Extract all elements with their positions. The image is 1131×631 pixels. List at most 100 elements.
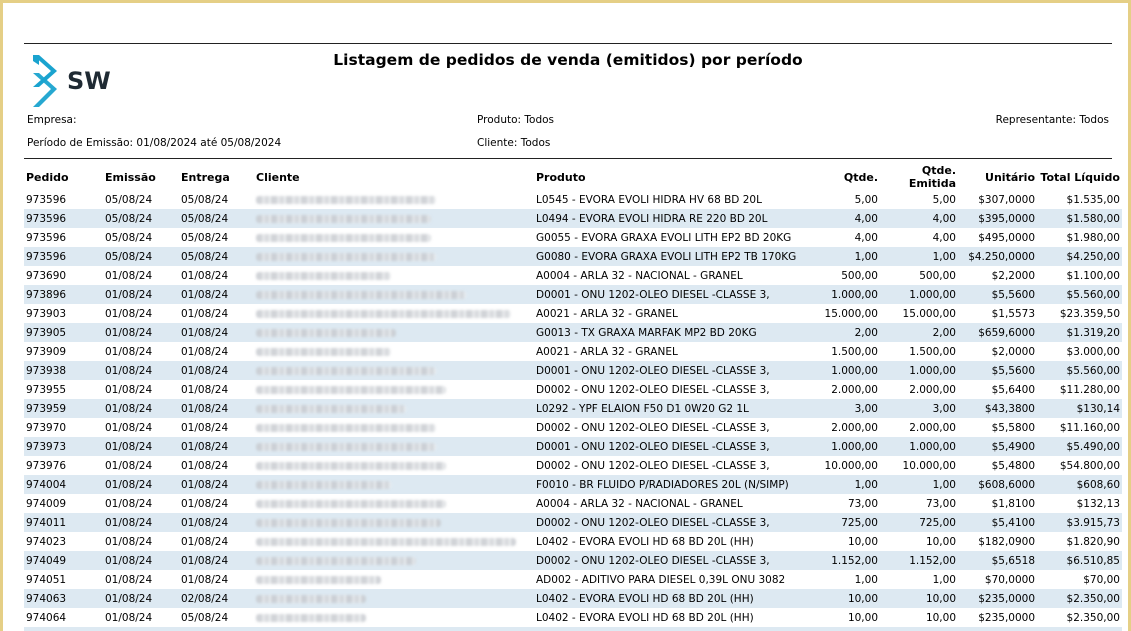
cell-qtde: 1.152,00 [821, 551, 880, 570]
cell-unitario: $235,0000 [978, 611, 1035, 624]
cell-cliente [254, 361, 534, 380]
col-pedido: Pedido [26, 170, 69, 184]
cell-cliente [254, 304, 534, 323]
cell-produto: D0001 - ONU 1202-OLEO DIESEL -CLASSE 3, [534, 361, 821, 380]
cell-pedido: 973596 [26, 231, 67, 244]
cell-pedido: 973905 [24, 323, 103, 342]
cell-unitario: $395,0000 [958, 209, 1037, 228]
cell-unitario: $43,3800 [958, 399, 1037, 418]
cell-qtde: 2.000,00 [831, 383, 878, 396]
redacted-client-name [256, 214, 431, 223]
cell-qtde-emitida: 1.152,00 [880, 551, 958, 570]
cell-entrega: 02/08/24 [179, 589, 254, 608]
cell-entrega: 05/08/24 [179, 209, 254, 228]
cell-total-liquido: $11.160,00 [1059, 421, 1120, 434]
cell-qtde-emitida: 4,00 [880, 209, 958, 228]
top-rule [24, 43, 1112, 44]
table-row: 974064 01/08/24 05/08/24 L0402 - EVORA EVOL… [24, 608, 1122, 627]
col-total-liquido: Total Líquido [1040, 170, 1120, 184]
cell-unitario: $5,6400 [991, 383, 1035, 396]
table-row: 974063 01/08/24 02/08/24 L0402 - EVORA EVOL… [24, 589, 1122, 608]
redacted-client-name [256, 347, 391, 356]
cell-qtde: 725,00 [821, 513, 880, 532]
cell-unitario: $70,0000 [984, 573, 1035, 586]
cell-qtde: 3,00 [821, 399, 880, 418]
cell-entrega: 01/08/24 [179, 475, 254, 494]
cell-cliente [254, 551, 534, 570]
cell-entrega: 01/08/24 [181, 459, 229, 472]
cell-emissao: 01/08/24 [103, 323, 179, 342]
cell-qtde: 10.000,00 [824, 459, 878, 472]
cell-qtde-emitida: 3,00 [880, 399, 958, 418]
table-row: 973690 01/08/24 01/08/24 A0004 - ARLA 32 - … [24, 266, 1122, 285]
cell-qtde-emitida: 5,00 [932, 193, 956, 206]
cell-entrega: 01/08/24 [179, 323, 254, 342]
cell-produto: L0402 - EVORA EVOLI HD 68 BD 20L (HH) [536, 535, 754, 548]
report-frame: SW Listagem de pedidos de venda (emitido… [0, 0, 1131, 631]
cell-qtde: 1.000,00 [821, 285, 880, 304]
cell-unitario: $608,6000 [958, 475, 1037, 494]
cell-pedido: 973596 [24, 247, 103, 266]
cell-qtde: 4,00 [854, 231, 878, 244]
cell-entrega: 01/08/24 [179, 627, 254, 631]
cell-qtde: 1.000,00 [821, 437, 880, 456]
cell-emissao: 01/08/24 [105, 307, 153, 320]
cell-cliente [254, 532, 534, 551]
cell-entrega: 05/08/24 [179, 247, 254, 266]
cell-unitario: $307,0000 [978, 193, 1035, 206]
cell-pedido: 973976 [26, 459, 67, 472]
cell-emissao: 01/08/24 [105, 497, 153, 510]
filter-periodo: Período de Emissão: 01/08/2024 até 05/08… [27, 137, 282, 149]
cell-pedido: 973596 [26, 193, 67, 206]
cell-emissao: 05/08/24 [103, 209, 179, 228]
redacted-client-name [256, 195, 436, 204]
cell-emissao: 05/08/24 [105, 231, 153, 244]
cell-entrega: 01/08/24 [181, 345, 229, 358]
cell-pedido: 974004 [24, 475, 103, 494]
cell-pedido: 974074 [24, 627, 103, 631]
cell-cliente [254, 380, 534, 399]
cell-total-liquido: $1.820,90 [1066, 535, 1120, 548]
redacted-client-name [256, 328, 396, 337]
table-row: 974011 01/08/24 01/08/24 D0002 - ONU 1202-O… [24, 513, 1122, 532]
cell-cliente [254, 437, 534, 456]
cell-total-liquido: $54.800,00 [1059, 459, 1120, 472]
cell-entrega: 01/08/24 [179, 551, 254, 570]
cell-cliente [254, 570, 534, 589]
cell-pedido: 974009 [26, 497, 67, 510]
cell-unitario: $5,4900 [958, 437, 1037, 456]
cell-qtde: 1,00 [821, 475, 880, 494]
cell-qtde-emitida: 10,00 [880, 589, 958, 608]
col-entrega: Entrega [181, 170, 230, 184]
cell-produto: A0021 - ARLA 32 - GRANEL [536, 307, 678, 320]
cell-total-liquido: $2.350,00 [1037, 589, 1122, 608]
cell-qtde-emitida: 1,00 [880, 247, 958, 266]
cell-total-liquido: $5.560,00 [1037, 361, 1122, 380]
cell-entrega: 01/08/24 [181, 421, 229, 434]
cell-emissao: 01/08/24 [103, 513, 179, 532]
cell-total-liquido: $1.580,00 [1037, 209, 1122, 228]
table-row: 973909 01/08/24 01/08/24 A0021 - ARLA 32 - … [24, 342, 1122, 361]
cell-qtde-emitida: 1.500,00 [909, 345, 956, 358]
cell-emissao: 05/08/24 [103, 247, 179, 266]
cell-qtde-emitida: 1.000,00 [880, 285, 958, 304]
cell-qtde: 15.000,00 [824, 307, 878, 320]
filter-produto: Produto: Todos [477, 114, 555, 126]
cell-qtde-emitida: 15.000,00 [902, 307, 956, 320]
cell-entrega: 05/08/24 [181, 193, 229, 206]
cell-entrega: 01/08/24 [181, 573, 229, 586]
table-row: 973596 05/08/24 05/08/24 G0080 - EVORA GRAX… [24, 247, 1122, 266]
redacted-client-name [256, 233, 431, 242]
cell-produto: A0021 - ARLA 32 - GRANEL [536, 345, 678, 358]
cell-total-liquido: $130,14 [1037, 399, 1122, 418]
cell-unitario: $5,5600 [958, 285, 1037, 304]
cell-entrega: 01/08/24 [181, 383, 229, 396]
cell-cliente [254, 494, 534, 513]
table-row: 973596 05/08/24 05/08/24 G0055 - EVORA GRAX… [24, 228, 1122, 247]
filter-representante: Representante: Todos [995, 114, 1109, 126]
cell-unitario: $270,0000 [958, 627, 1037, 631]
cell-total-liquido: $5.560,00 [1037, 285, 1122, 304]
cell-cliente [254, 418, 534, 437]
cell-unitario: $2,0000 [991, 345, 1035, 358]
cell-produto: D0002 - ONU 1202-OLEO DIESEL -CLASSE 3, [536, 459, 770, 472]
